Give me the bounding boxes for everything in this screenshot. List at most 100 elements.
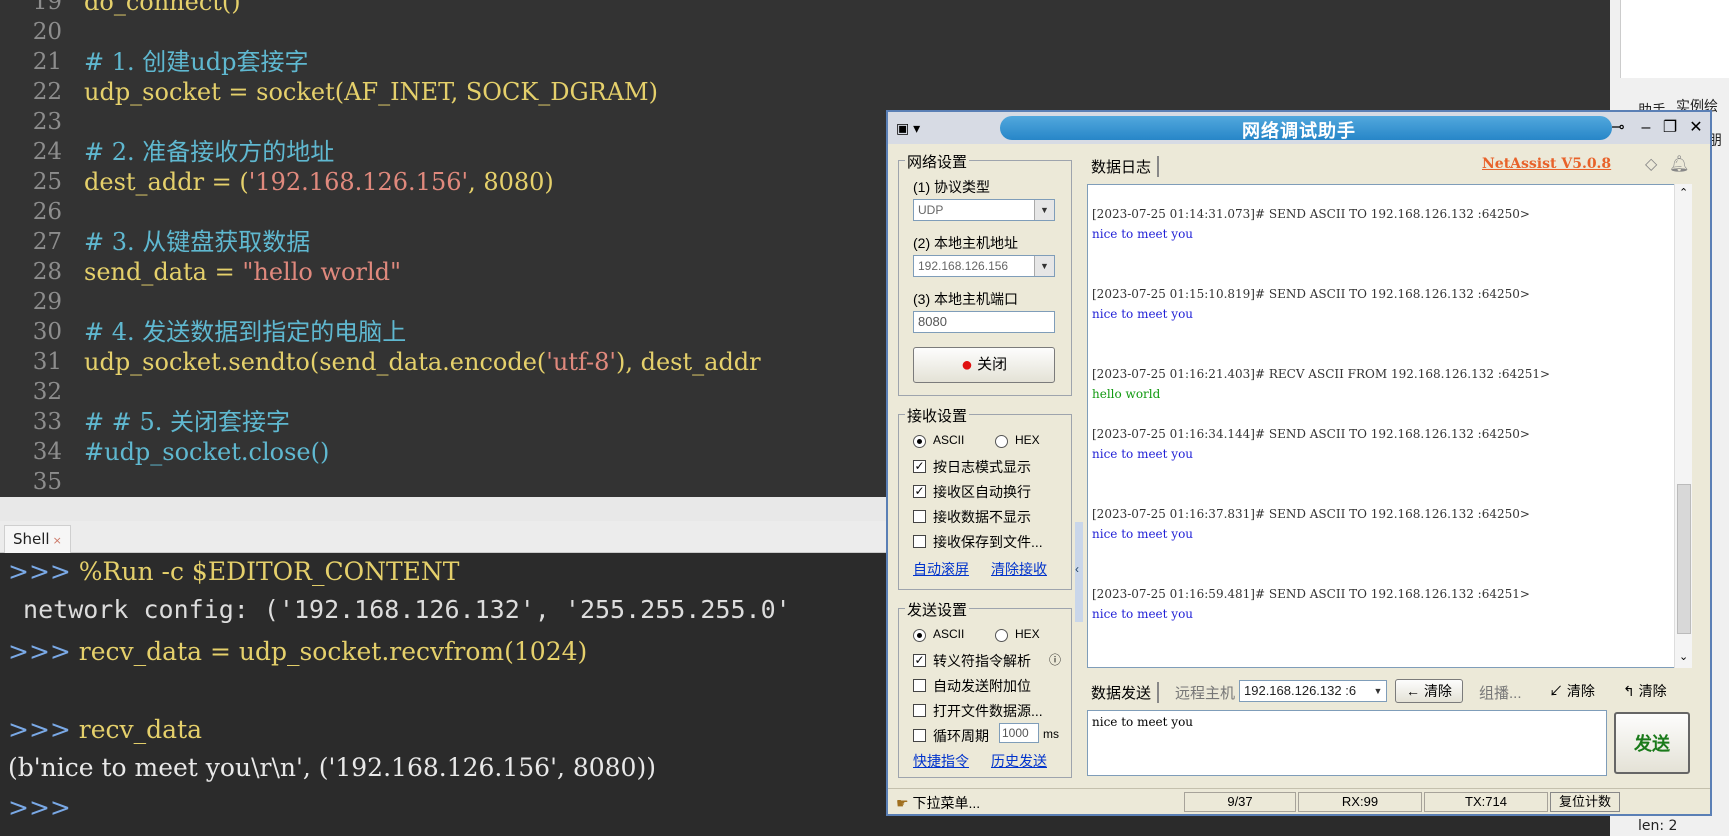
port-input[interactable]: 8080 (913, 311, 1055, 333)
clear-remote-label: 清除 (1423, 683, 1452, 699)
code-text[interactable]: #udp_socket.close() (84, 437, 329, 467)
cycle-period-input[interactable]: 1000 (999, 723, 1039, 743)
hide-recv-checkbox[interactable] (913, 510, 926, 523)
close-icon[interactable]: × (53, 534, 62, 547)
cycle-label: 循环周期 (933, 728, 989, 744)
remote-host-select[interactable]: 192.168.126.132 :6 ▼ (1239, 680, 1387, 702)
append-bits-label: 自动发送附加位 (933, 678, 1031, 694)
code-text[interactable]: # 1. 创建udp套接字 (84, 47, 308, 77)
clear-send-button[interactable]: ↙ 清除 (1549, 681, 1595, 701)
code-text[interactable]: # # 5. 关闭套接字 (84, 407, 290, 437)
code-token: # 3. 从键盘获取数据 (84, 228, 311, 256)
arrow-left-icon: ← (1406, 683, 1421, 699)
code-line[interactable]: 22 udp_socket = socket(AF_INET, SOCK_DGRA… (0, 77, 1610, 107)
save-to-file-label: 接收保存到文件... (933, 534, 1043, 550)
code-text[interactable]: send_data = "hello world" (84, 257, 401, 287)
clear-log-button[interactable]: ↰ 清除 (1623, 681, 1667, 701)
code-token: send_data = (84, 258, 243, 286)
log-entry-body: nice to meet you (1092, 227, 1194, 241)
history-link[interactable]: 历史发送 (991, 751, 1047, 771)
restore-icon[interactable]: ❐ (1658, 116, 1682, 140)
log-scrollbar[interactable]: ⌃ ⌄ (1674, 184, 1692, 668)
send-button[interactable]: 发送 (1614, 712, 1690, 774)
diamond-icon[interactable]: ◇ (1645, 154, 1657, 174)
code-token: do_connect() (84, 0, 241, 16)
chevron-down-icon[interactable]: ▼ (1034, 256, 1054, 276)
file-source-checkbox[interactable] (913, 704, 926, 717)
chevron-down-icon[interactable]: ▼ (1034, 200, 1054, 220)
receive-log-area[interactable]: [2023-07-25 01:14:31.073]# SEND ASCII TO… (1087, 184, 1690, 668)
code-text[interactable]: dest_addr = ('192.168.126.156', 8080) (84, 167, 554, 197)
shell-prompt: >>> (8, 793, 79, 822)
reset-count-button[interactable]: 复位计数 (1550, 792, 1620, 812)
code-text[interactable]: # 4. 发送数据到指定的电脑上 (84, 317, 406, 347)
shell-text: recv_data (78, 715, 203, 744)
append-bits-checkbox[interactable] (913, 679, 926, 692)
clear-recv-link[interactable]: 清除接收 (991, 559, 1047, 579)
recv-ascii-label: ASCII (933, 433, 965, 447)
log-entry-body: nice to meet you (1092, 527, 1194, 541)
chevron-up-icon[interactable]: ⌃ (1679, 186, 1688, 199)
send-text-input[interactable]: nice to meet you (1087, 710, 1607, 776)
auto-wrap-checkbox[interactable]: ✓ (913, 485, 926, 498)
code-token: #udp_socket.close() (84, 438, 330, 466)
shell-text: network config: ('192.168.126.132', '255… (8, 595, 791, 624)
recv-ascii-radio[interactable] (913, 435, 926, 448)
shell-prompt: >>> (8, 715, 79, 744)
cycle-checkbox[interactable] (913, 729, 926, 742)
port-label: (3) 本地主机端口 (913, 291, 1018, 307)
close-connection-button[interactable]: ● 关闭 (913, 347, 1055, 383)
shell-line: >>> recv_data = udp_socket.recvfrom(1024… (8, 637, 587, 666)
close-connection-label: 关闭 (977, 356, 1008, 373)
escape-parse-checkbox[interactable]: ✓ (913, 654, 926, 667)
multicast-label[interactable]: 组播... (1479, 682, 1522, 703)
minimize-icon[interactable]: – (1634, 116, 1658, 140)
code-text[interactable]: do_connect() (84, 0, 241, 17)
tab-data-log[interactable]: 数据日志 (1091, 156, 1160, 177)
panel-collapse-handle[interactable]: ‹ (1075, 522, 1083, 622)
chevron-down-icon[interactable]: ⌄ (1679, 650, 1688, 663)
dropdown-menu-item[interactable]: ☛ 下拉菜单... (896, 793, 980, 813)
code-line[interactable]: 21 # 1. 创建udp套接字 (0, 47, 1610, 77)
line-number: 26 (32, 199, 62, 225)
code-line[interactable]: 20 (0, 17, 1610, 47)
netassist-window: ▣ ▾ 网络调试助手 ⊸ – ❐ ✕ 网络设置 (1) 协议类型 UDP ▼ (… (886, 110, 1712, 816)
recv-hex-radio[interactable] (995, 435, 1008, 448)
send-hex-radio[interactable] (995, 629, 1008, 642)
host-value: 192.168.126.156 (918, 259, 1009, 273)
version-link[interactable]: NetAssist V5.0.8 (1482, 156, 1611, 172)
tab-data-send[interactable]: 数据发送 (1091, 682, 1160, 703)
info-icon[interactable]: ⓘ (1049, 651, 1061, 668)
line-number: 27 (32, 229, 62, 255)
code-text[interactable]: udp_socket.sendto(send_data.encode('utf-… (84, 347, 761, 377)
shortcut-link[interactable]: 快捷指令 (913, 751, 969, 771)
log-mode-checkbox[interactable]: ✓ (913, 460, 926, 473)
code-token: # # 5. 关闭套接字 (84, 408, 291, 436)
close-icon[interactable]: ✕ (1684, 116, 1708, 140)
send-ascii-radio[interactable] (913, 629, 926, 642)
scroll-thumb[interactable] (1677, 484, 1691, 634)
pin-icon[interactable]: ⊸ (1606, 116, 1630, 140)
tab-shell[interactable]: Shell × (4, 525, 71, 553)
host-select[interactable]: 192.168.126.156 ▼ (913, 255, 1055, 277)
line-number: 24 (32, 139, 62, 165)
shell-line: >>> recv_data (8, 715, 202, 744)
count-readout: 9/37 (1184, 792, 1296, 812)
chevron-left-icon: ‹ (1075, 562, 1079, 576)
shell-line: >>> (8, 793, 79, 822)
hand-pointer-icon: ☛ (896, 795, 909, 811)
line-number: 31 (32, 349, 62, 375)
code-text[interactable]: udp_socket = socket(AF_INET, SOCK_DGRAM) (84, 77, 658, 107)
clear-log-icon: ↰ (1623, 683, 1635, 699)
protocol-select[interactable]: UDP ▼ (913, 199, 1055, 221)
title-bar[interactable]: ▣ ▾ 网络调试助手 ⊸ – ❐ ✕ (888, 112, 1710, 144)
save-to-file-checkbox[interactable] (913, 535, 926, 548)
bell-icon[interactable]: 🔔︎ (1669, 154, 1689, 174)
chevron-down-icon[interactable]: ▼ (1370, 681, 1386, 701)
code-text[interactable]: # 3. 从键盘获取数据 (84, 227, 310, 257)
log-mode-label: 按日志模式显示 (933, 459, 1031, 475)
code-text[interactable]: # 2. 准备接收方的地址 (84, 137, 334, 167)
code-line[interactable]: 19 do_connect() (0, 0, 1610, 17)
clear-remote-button[interactable]: ← 清除 (1395, 679, 1463, 703)
auto-scroll-link[interactable]: 自动滚屏 (913, 559, 969, 579)
